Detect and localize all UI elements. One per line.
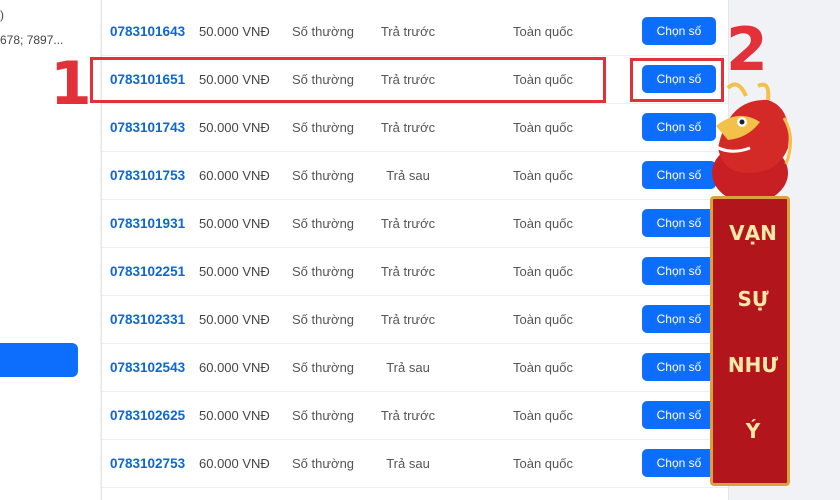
- coverage-area: Toàn quốc: [513, 24, 573, 39]
- dragon-banner: VẠN SỰ NHƯ Ý: [698, 78, 798, 486]
- banner-word-2: SỰ: [737, 287, 769, 311]
- number-type: Số thường: [292, 120, 355, 135]
- table-row: 0783101931 50.000 VNĐ Số thường Trả trước To…: [102, 200, 728, 248]
- coverage-area: Toàn quốc: [513, 168, 573, 183]
- phone-number[interactable]: 0783102251: [110, 248, 185, 296]
- number-type: Số thường: [292, 456, 355, 471]
- table-row: 0783102331 50.000 VNĐ Số thường Trả trước To…: [102, 296, 728, 344]
- banner-scroll: VẠN SỰ NHƯ Ý: [710, 196, 790, 486]
- choose-number-button[interactable]: Chọn số: [642, 17, 716, 45]
- price: 50.000 VNĐ: [199, 408, 270, 423]
- coverage-area: Toàn quốc: [513, 120, 573, 135]
- phone-number[interactable]: 0783102543: [110, 344, 185, 392]
- number-type: Số thường: [292, 216, 355, 231]
- banner-word-4: Ý: [745, 419, 761, 443]
- choose-number-button[interactable]: Chọn số: [642, 449, 716, 477]
- payment-type: Trả sau: [386, 456, 430, 471]
- phone-number[interactable]: 0783102753: [110, 440, 185, 488]
- price: 60.000 VNĐ: [199, 456, 270, 471]
- payment-type: Trả trước: [380, 216, 436, 231]
- price: 60.000 VNĐ: [199, 360, 270, 375]
- price: 50.000 VNĐ: [199, 312, 270, 327]
- phone-number[interactable]: 0783101743: [110, 104, 185, 152]
- coverage-area: Toàn quốc: [513, 312, 573, 327]
- payment-type: Trả trước: [380, 24, 436, 39]
- table-row: 0783101643 50.000 VNĐ Số thường Trả trước To…: [102, 8, 728, 56]
- banner-word-3: NHƯ: [727, 353, 779, 377]
- coverage-area: Toàn quốc: [513, 456, 573, 471]
- number-type: Số thường: [292, 360, 355, 375]
- coverage-area: Toàn quốc: [513, 216, 573, 231]
- table-row: 0783102625 50.000 VNĐ Số thường Trả trước To…: [102, 392, 728, 440]
- price: 60.000 VNĐ: [199, 168, 270, 183]
- coverage-area: Toàn quốc: [513, 264, 573, 279]
- coverage-area: Toàn quốc: [513, 360, 573, 375]
- number-type: Số thường: [292, 408, 355, 423]
- number-type: Số thường: [292, 24, 355, 39]
- phone-number[interactable]: 0783102625: [110, 392, 185, 440]
- table-row: 0783102543 60.000 VNĐ Số thường Trả sau Toàn…: [102, 344, 728, 392]
- highlight-row-box: [90, 57, 606, 103]
- price: 50.000 VNĐ: [199, 216, 270, 231]
- price: 50.000 VNĐ: [199, 264, 270, 279]
- left-panel-text: ): [0, 8, 4, 22]
- phone-number[interactable]: 0783101643: [110, 8, 185, 56]
- price: 50.000 VNĐ: [199, 24, 270, 39]
- coverage-area: Toàn quốc: [513, 408, 573, 423]
- payment-type: Trả sau: [386, 168, 430, 183]
- left-panel-button[interactable]: [0, 343, 78, 377]
- payment-type: Trả trước: [380, 120, 436, 135]
- banner-word-1: VẠN: [729, 221, 777, 245]
- step-number-2: 2: [726, 15, 768, 85]
- step-number-1: 1: [50, 49, 92, 119]
- payment-type: Trả trước: [380, 408, 436, 423]
- left-panel-filter-text: 678; 7897...: [0, 33, 64, 47]
- number-type: Số thường: [292, 312, 355, 327]
- price: 50.000 VNĐ: [199, 120, 270, 135]
- phone-number[interactable]: 0783101931: [110, 200, 185, 248]
- table-row: 0783101743 50.000 VNĐ Số thường Trả trước To…: [102, 104, 728, 152]
- dragon-icon: [711, 82, 792, 203]
- payment-type: Trả trước: [380, 312, 436, 327]
- table-row: 0783101753 60.000 VNĐ Số thường Trả sau Toàn…: [102, 152, 728, 200]
- payment-type: Trả sau: [386, 360, 430, 375]
- number-type: Số thường: [292, 168, 355, 183]
- phone-number[interactable]: 0783102331: [110, 296, 185, 344]
- table-row: 0783102753 60.000 VNĐ Số thường Trả sau Toàn…: [102, 440, 728, 488]
- table-row: 0783102251 50.000 VNĐ Số thường Trả trước To…: [102, 248, 728, 296]
- payment-type: Trả trước: [380, 264, 436, 279]
- phone-number[interactable]: 0783101753: [110, 152, 185, 200]
- number-type: Số thường: [292, 264, 355, 279]
